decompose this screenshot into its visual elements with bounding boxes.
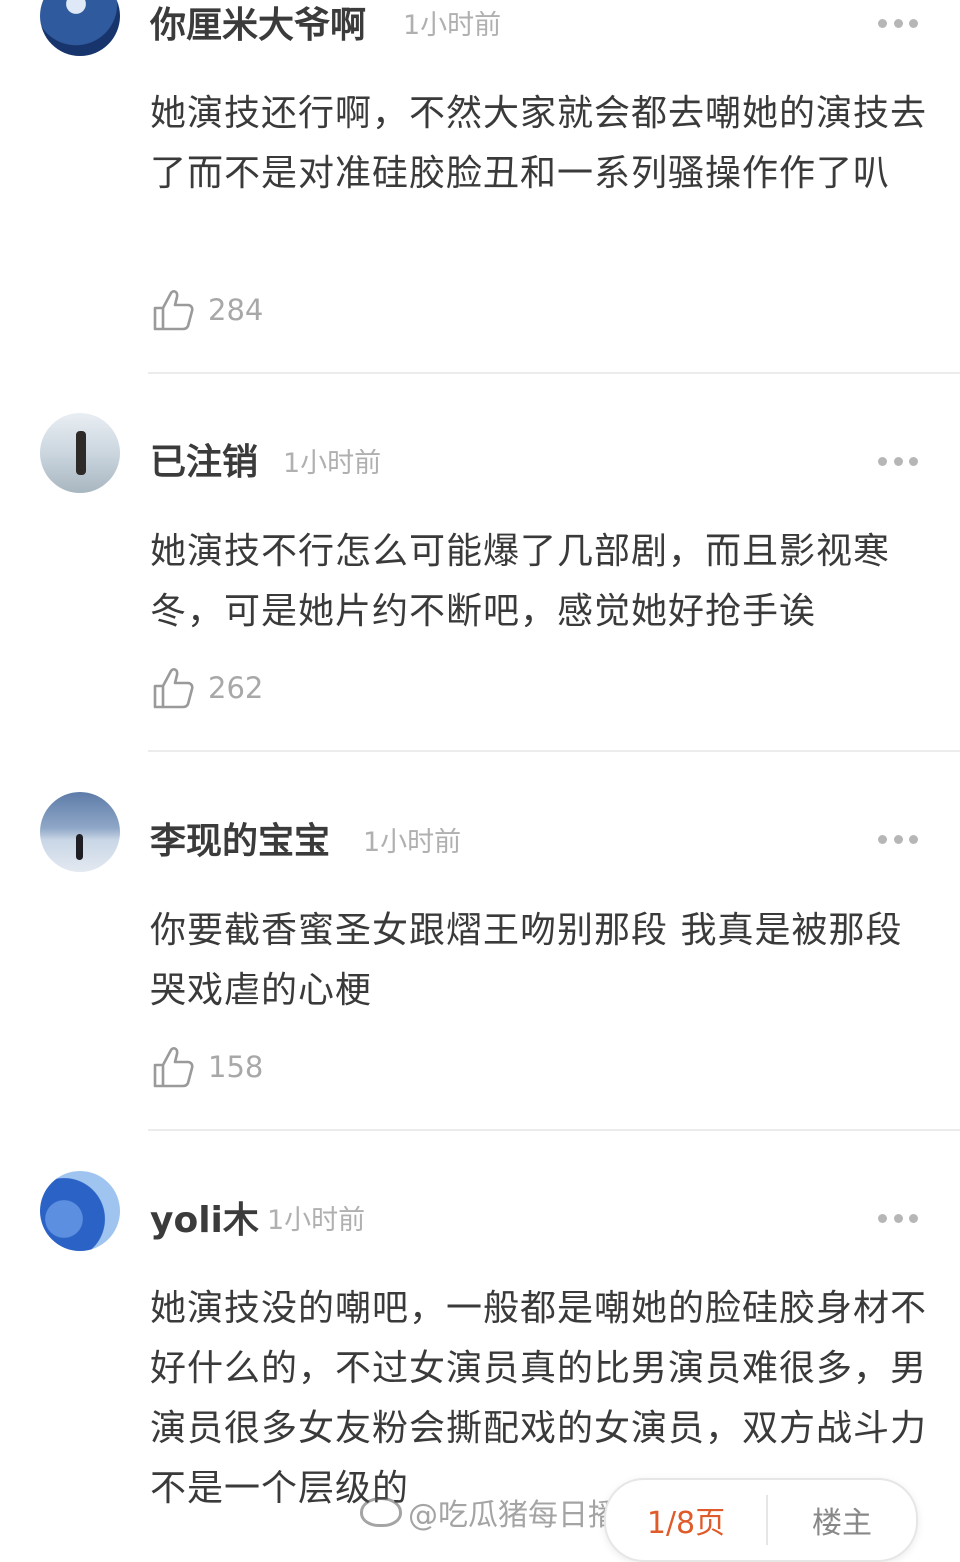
divider bbox=[148, 372, 960, 374]
username[interactable]: 你厘米大爷啊 bbox=[150, 8, 366, 44]
comment-time: 1小时前 bbox=[363, 827, 462, 858]
comment-text: 你要截香蜜圣女跟熠王吻别那段 我真是被那段哭戏虐的心梗 bbox=[150, 910, 903, 1011]
like-count: 158 bbox=[208, 1049, 264, 1084]
more-dots-icon[interactable] bbox=[878, 456, 918, 466]
comment-text: 她演技不行怎么可能爆了几部剧，而且影视寒冬，可是她片约不断吧，感觉她好抢手诶 bbox=[150, 531, 891, 632]
page-navigator: 1/8页 楼主 bbox=[604, 1478, 918, 1562]
more-dots-icon[interactable] bbox=[878, 18, 918, 28]
username[interactable]: 已注销 bbox=[150, 445, 258, 481]
like-count: 284 bbox=[208, 292, 264, 327]
username[interactable]: 李现的宝宝 bbox=[150, 824, 330, 860]
comment-time: 1小时前 bbox=[403, 10, 502, 41]
avatar[interactable] bbox=[40, 792, 120, 872]
like-button[interactable]: 158 bbox=[152, 1045, 263, 1089]
comment-text: 她演技还行啊，不然大家就会都去嘲她的演技去了而不是对准硅胶脸丑和一系列骚操作作了… bbox=[150, 93, 928, 194]
like-button[interactable]: 284 bbox=[152, 288, 263, 332]
page-indicator-button[interactable]: 1/8页 bbox=[606, 1498, 766, 1542]
avatar[interactable] bbox=[40, 1171, 120, 1251]
divider bbox=[148, 750, 960, 752]
weibo-logo-icon bbox=[360, 1497, 402, 1527]
more-dots-icon[interactable] bbox=[878, 834, 918, 844]
more-dots-icon[interactable] bbox=[878, 1213, 918, 1223]
divider bbox=[148, 1129, 960, 1131]
thumbs-up-icon bbox=[153, 668, 194, 709]
comment-time: 1小时前 bbox=[283, 448, 382, 479]
avatar[interactable] bbox=[40, 413, 120, 493]
like-count: 262 bbox=[208, 670, 264, 705]
like-button[interactable]: 262 bbox=[152, 666, 263, 710]
comment-time: 1小时前 bbox=[267, 1205, 366, 1236]
owner-only-button[interactable]: 楼主 bbox=[768, 1498, 916, 1542]
avatar[interactable] bbox=[40, 0, 120, 56]
username[interactable]: yoli木 bbox=[150, 1203, 259, 1239]
thumbs-up-icon bbox=[153, 1047, 194, 1088]
thumbs-up-icon bbox=[153, 290, 194, 331]
